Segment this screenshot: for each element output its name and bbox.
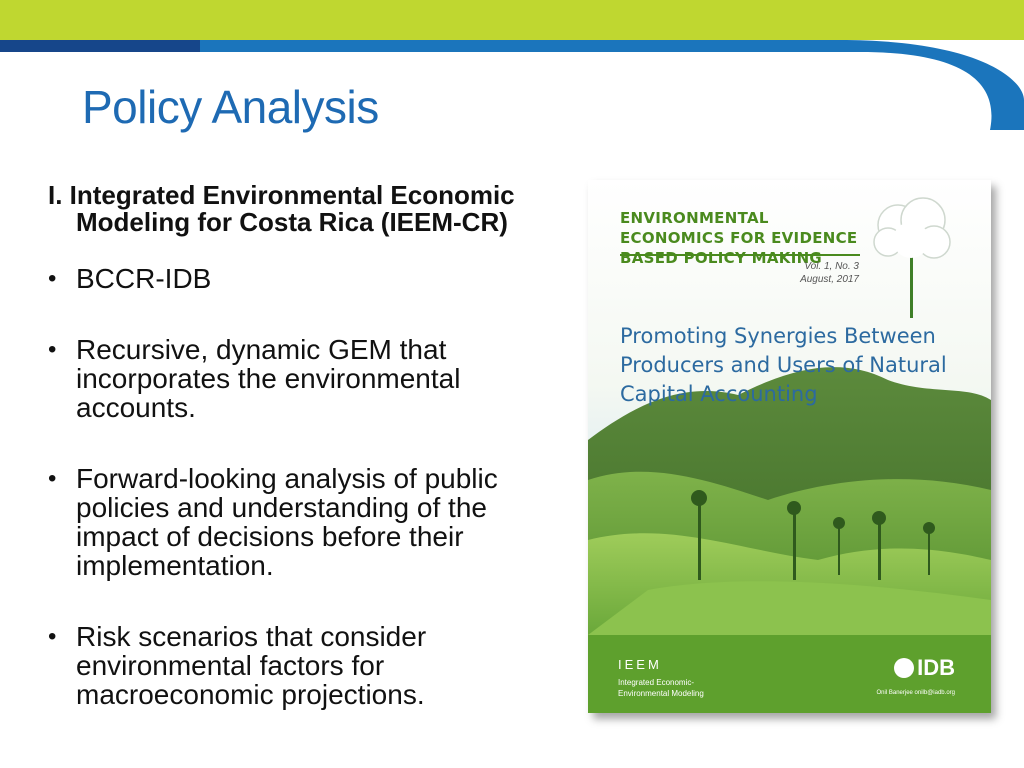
bullet-item: • Forward-looking analysis of public pol… (48, 464, 568, 580)
cover-headline: Promoting Synergies Between Producers an… (620, 324, 947, 406)
bullet-icon: • (48, 336, 57, 363)
bullet-text: Recursive, dynamic GEM that incorporates… (76, 334, 461, 423)
bullet-icon: • (48, 265, 57, 292)
report-cover-image: ENVIRONMENTAL ECONOMICS FOR EVIDENCE BAS… (588, 180, 991, 713)
ieem-subtitle-line: Integrated Economic- (618, 678, 695, 687)
cover-credit: Onil Banerjee onilb@iadb.org (876, 690, 955, 696)
bullet-icon: • (48, 623, 57, 650)
bullet-text: Forward-looking analysis of public polic… (76, 463, 498, 581)
cover-footer: IEEM Integrated Economic- Environmental … (588, 635, 991, 713)
idb-mark-icon (894, 658, 915, 678)
ieem-subtitle-line: Environmental Modeling (618, 689, 704, 698)
bullet-list: • BCCR-IDB • Recursive, dynamic GEM that… (48, 264, 568, 709)
cover-issue-number: Vol. 1, No. 3 (804, 261, 859, 272)
bullet-item: • Recursive, dynamic GEM that incorporat… (48, 335, 568, 422)
cover-issue-info: Vol. 1, No. 3 August, 2017 (800, 260, 859, 286)
ieem-subtitle: Integrated Economic- Environmental Model… (618, 677, 704, 699)
cover-divider (620, 254, 860, 256)
slide-body: I. Integrated Environmental Economic Mod… (48, 182, 568, 751)
idb-logo-text: IDB (917, 655, 955, 680)
ieem-logo: IEEM (618, 657, 662, 672)
bullet-text: Risk scenarios that consider environment… (76, 621, 427, 710)
bullet-item: • BCCR-IDB (48, 264, 568, 293)
section-heading: I. Integrated Environmental Economic Mod… (48, 180, 515, 237)
bullet-icon: • (48, 465, 57, 492)
bullet-text: BCCR-IDB (76, 263, 212, 294)
cover-series-title: ENVIRONMENTAL ECONOMICS FOR EVIDENCE BAS… (620, 209, 858, 267)
slide-title: Policy Analysis (82, 81, 379, 133)
idb-logo: IDB (894, 655, 955, 681)
cover-issue-date: August, 2017 (800, 274, 859, 285)
bullet-item: • Risk scenarios that consider environme… (48, 622, 568, 709)
